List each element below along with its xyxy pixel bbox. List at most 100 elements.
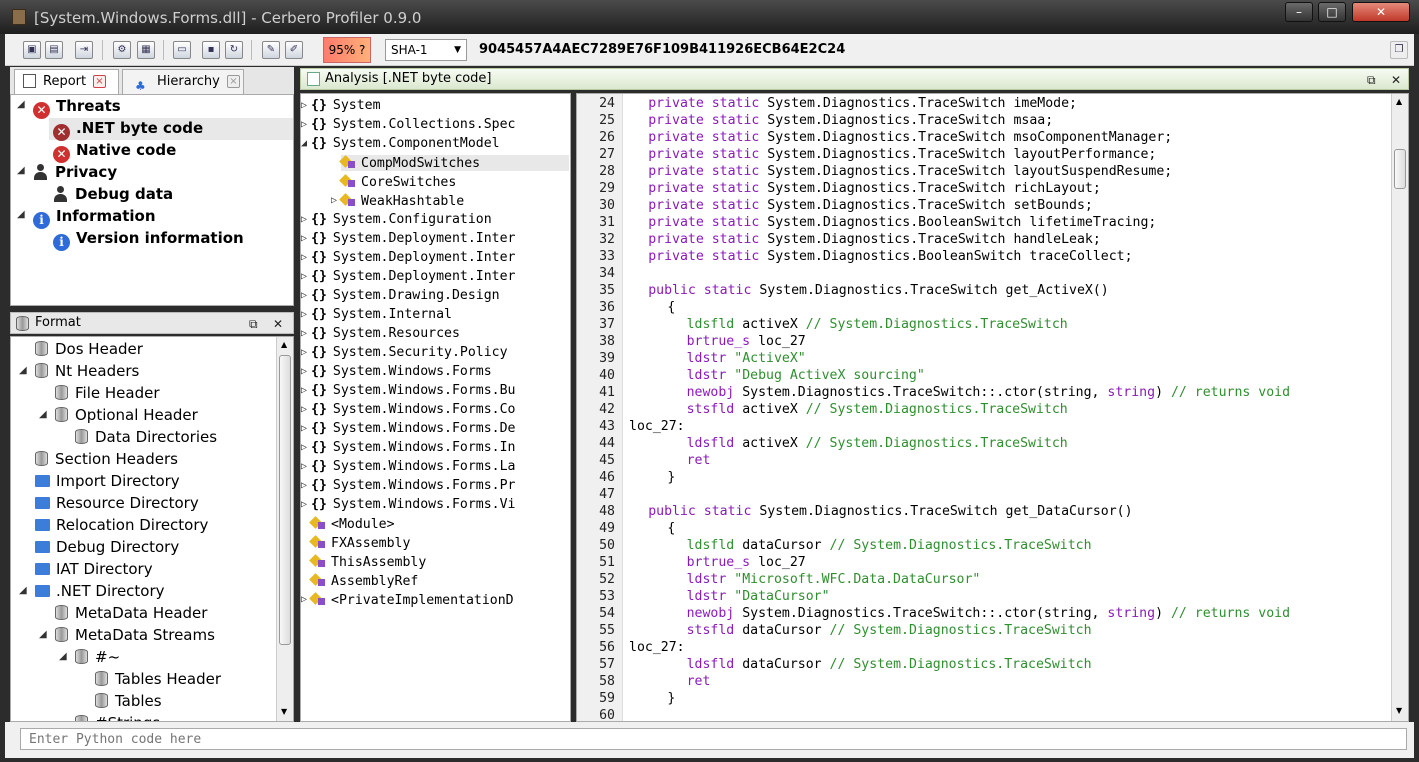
namespace-tree-item[interactable]: ▷{} System.Windows.Forms bbox=[301, 364, 492, 379]
expand-arrow-icon[interactable]: ▷ bbox=[301, 271, 307, 282]
format-item-tables-stream[interactable]: #~ bbox=[75, 648, 120, 666]
open-icon[interactable]: ▣ bbox=[23, 41, 41, 59]
expand-arrow-icon[interactable]: ▷ bbox=[301, 347, 307, 358]
expand-arrow-icon[interactable]: ▷ bbox=[301, 290, 307, 301]
collapse-arrow-icon[interactable]: ◢ bbox=[17, 99, 25, 110]
format-item-tables-header[interactable]: Tables Header bbox=[95, 670, 221, 688]
namespace-tree-item[interactable]: ▷{} System.Windows.Forms.Co bbox=[301, 402, 516, 417]
namespace-tree-item[interactable]: ▷{} System.Resources bbox=[301, 326, 460, 341]
close-button[interactable]: ✕ bbox=[1352, 2, 1410, 22]
namespace-tree-item[interactable]: ▷{} System.Windows.Forms.La bbox=[301, 459, 516, 474]
namespace-tree-item[interactable]: ▷{} System.Security.Policy bbox=[301, 345, 508, 360]
settings-gear-icon[interactable]: ⚙ bbox=[113, 41, 131, 59]
namespace-tree-item[interactable]: ▷{} System.Drawing.Design bbox=[301, 288, 500, 303]
format-item-nt-headers[interactable]: Nt Headers bbox=[35, 362, 139, 380]
namespace-tree-item[interactable]: ▷{} System.Deployment.Inter bbox=[301, 250, 516, 265]
scrollbar-thumb[interactable] bbox=[1394, 149, 1406, 189]
format-item-metadata-header[interactable]: MetaData Header bbox=[55, 604, 207, 622]
namespace-tree-item[interactable]: ▷ <PrivateImplementationD bbox=[301, 592, 514, 608]
expand-arrow-icon[interactable]: ▷ bbox=[301, 385, 307, 396]
expand-arrow-icon[interactable]: ▷ bbox=[301, 480, 307, 491]
save-icon[interactable]: ▤ bbox=[45, 41, 63, 59]
collapse-arrow-icon[interactable]: ◢ bbox=[19, 365, 27, 376]
namespace-tree-item[interactable]: ThisAssembly bbox=[311, 554, 426, 570]
collapse-arrow-icon[interactable]: ◢ bbox=[17, 209, 25, 220]
collapse-arrow-icon[interactable]: ◢ bbox=[17, 165, 25, 176]
format-item-optional-header[interactable]: Optional Header bbox=[55, 406, 198, 424]
tree-item-version-information[interactable]: i Version information bbox=[53, 229, 244, 251]
format-scrollbar[interactable]: ▲ ▼ bbox=[276, 337, 293, 721]
float-icon[interactable]: ⧉ bbox=[249, 314, 258, 334]
collapse-arrow-icon[interactable]: ◢ bbox=[39, 409, 47, 420]
format-item-strings-stream[interactable]: #Strings bbox=[75, 714, 160, 721]
expand-arrow-icon[interactable]: ▷ bbox=[301, 404, 307, 415]
expand-arrow-icon[interactable]: ▷ bbox=[301, 499, 307, 510]
maximize-button[interactable]: □ bbox=[1318, 2, 1346, 22]
expand-arrow-icon[interactable]: ▷ bbox=[301, 233, 307, 244]
namespace-tree-item[interactable]: ▷{} System.Collections.Spec bbox=[301, 117, 516, 132]
tools-icon[interactable]: ✎ bbox=[262, 41, 280, 59]
scroll-up-icon[interactable]: ▲ bbox=[281, 340, 287, 349]
copy-icon[interactable]: ❐ bbox=[1390, 41, 1408, 59]
expand-arrow-icon[interactable]: ▷ bbox=[331, 195, 337, 206]
tree-item-native-code[interactable]: ✕ Native code bbox=[53, 141, 176, 163]
namespace-tree-item[interactable]: ▷{} System.Windows.Forms.In bbox=[301, 440, 516, 455]
python-console-input[interactable] bbox=[20, 728, 1407, 750]
format-item-section-headers[interactable]: Section Headers bbox=[35, 450, 178, 468]
namespace-tree-item[interactable]: AssemblyRef bbox=[311, 573, 418, 589]
namespace-tree-item[interactable]: ▷{} System.Deployment.Inter bbox=[301, 231, 516, 246]
namespace-tree-item[interactable]: ▷{} System.Configuration bbox=[301, 212, 492, 227]
format-item-metadata-streams[interactable]: MetaData Streams bbox=[55, 626, 215, 644]
namespace-tree-item[interactable]: ▷{} System.Internal bbox=[301, 307, 452, 322]
scroll-down-icon[interactable]: ▼ bbox=[1396, 706, 1402, 715]
collapse-arrow-icon[interactable]: ◢ bbox=[59, 651, 67, 662]
collapse-arrow-icon[interactable]: ◢ bbox=[39, 629, 47, 640]
format-item-file-header[interactable]: File Header bbox=[55, 384, 160, 402]
expand-arrow-icon[interactable]: ▷ bbox=[301, 461, 307, 472]
namespace-tree-item[interactable]: ▷{} System.Windows.Forms.Pr bbox=[301, 478, 516, 493]
window-icon[interactable]: ▭ bbox=[173, 41, 191, 59]
expand-arrow-icon[interactable]: ▷ bbox=[301, 100, 307, 111]
namespace-tree-item[interactable]: <Module> bbox=[311, 516, 395, 532]
namespace-tree-item[interactable]: ▷{} System bbox=[301, 98, 381, 113]
close-icon[interactable]: × bbox=[227, 75, 240, 88]
close-icon[interactable]: ✕ bbox=[273, 314, 283, 334]
format-item-tables[interactable]: Tables bbox=[95, 692, 162, 710]
namespace-tree-item[interactable]: ▷{} System.Windows.Forms.De bbox=[301, 421, 516, 436]
format-item-data-directories[interactable]: Data Directories bbox=[75, 428, 217, 446]
namespace-tree-item[interactable]: CompModSwitches bbox=[341, 155, 569, 171]
format-item-relocation-directory[interactable]: Relocation Directory bbox=[35, 516, 208, 534]
namespace-tree-item[interactable]: ◢{} System.ComponentModel bbox=[301, 136, 500, 151]
hash-algorithm-select[interactable]: SHA-1 ▼ bbox=[385, 39, 467, 61]
namespace-tree-item[interactable]: ▷{} System.Windows.Forms.Bu bbox=[301, 383, 516, 398]
tree-item-privacy[interactable]: Privacy bbox=[33, 163, 117, 181]
format-item-dos-header[interactable]: Dos Header bbox=[35, 340, 143, 358]
scroll-up-icon[interactable]: ▲ bbox=[1396, 97, 1402, 106]
namespace-tree-item[interactable]: ▷{} System.Deployment.Inter bbox=[301, 269, 516, 284]
format-item-net-directory[interactable]: .NET Directory bbox=[35, 582, 165, 600]
scrollbar-thumb[interactable] bbox=[279, 355, 291, 645]
tree-item-threats[interactable]: ✕ Threats bbox=[33, 97, 121, 119]
namespace-tree-item[interactable]: ▷{} System.Windows.Forms.Vi bbox=[301, 497, 516, 512]
expand-arrow-icon[interactable]: ▷ bbox=[301, 366, 307, 377]
expand-arrow-icon[interactable]: ▷ bbox=[301, 442, 307, 453]
expand-arrow-icon[interactable]: ▷ bbox=[301, 594, 307, 605]
format-item-iat-directory[interactable]: IAT Directory bbox=[35, 560, 153, 578]
float-icon[interactable]: ⧉ bbox=[1367, 70, 1376, 90]
namespace-tree-item[interactable]: FXAssembly bbox=[311, 535, 410, 551]
floppy-icon[interactable]: ▪ bbox=[202, 41, 220, 59]
namespace-tree-item[interactable]: ▷ WeakHashtable bbox=[331, 193, 464, 209]
refresh-icon[interactable]: ↻ bbox=[225, 41, 243, 59]
code-scrollbar[interactable]: ▲ ▼ bbox=[1391, 94, 1408, 721]
format-item-import-directory[interactable]: Import Directory bbox=[35, 472, 180, 490]
expand-arrow-icon[interactable]: ▷ bbox=[301, 252, 307, 263]
scan-icon[interactable]: ▦ bbox=[137, 41, 155, 59]
tree-item-debug-data[interactable]: Debug data bbox=[53, 185, 173, 203]
tree-item-net-byte-code[interactable]: ✕ .NET byte code bbox=[53, 119, 203, 141]
expand-arrow-icon[interactable]: ▷ bbox=[301, 423, 307, 434]
expand-arrow-icon[interactable]: ▷ bbox=[301, 119, 307, 130]
close-icon[interactable]: × bbox=[93, 75, 106, 88]
tab-hierarchy[interactable]: ♣ Hierarchy × bbox=[122, 69, 244, 94]
expand-arrow-icon[interactable]: ◢ bbox=[301, 138, 307, 149]
collapse-arrow-icon[interactable]: ◢ bbox=[19, 585, 27, 596]
